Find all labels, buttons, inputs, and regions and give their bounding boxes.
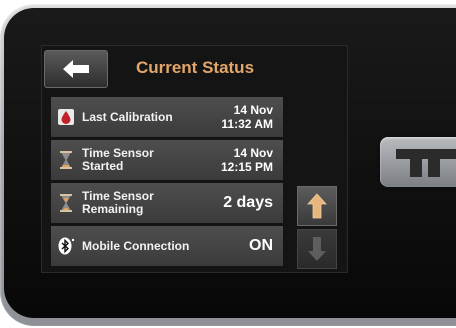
logo-icon bbox=[396, 149, 456, 177]
row-value-time: 11:32 AM bbox=[221, 117, 273, 131]
hardware-button[interactable] bbox=[380, 137, 456, 187]
row-value-date: 14 Nov bbox=[233, 146, 273, 160]
row-label: Time Sensor Remaining bbox=[82, 189, 154, 216]
scroll-up-button[interactable] bbox=[297, 186, 337, 226]
page-title: Current Status bbox=[135, 58, 255, 77]
row-value-time: 12:15 PM bbox=[220, 160, 273, 174]
row-time-sensor-started[interactable]: Time Sensor Started 14 Nov 12:15 PM bbox=[51, 140, 283, 180]
row-mobile-connection[interactable]: Mobile Connection ON bbox=[51, 226, 283, 266]
row-value-remaining: 2 days bbox=[223, 194, 273, 211]
row-label: Last Calibration bbox=[82, 109, 173, 124]
scroll-down-button[interactable] bbox=[297, 229, 337, 269]
hourglass-icon bbox=[57, 151, 75, 169]
row-value: 14 Nov 12:15 PM bbox=[183, 140, 273, 180]
left-arrow-icon bbox=[63, 60, 89, 78]
row-value: ON bbox=[183, 226, 273, 266]
row-value-status: ON bbox=[249, 237, 273, 254]
bluetooth-icon bbox=[57, 237, 75, 255]
row-label: Mobile Connection bbox=[82, 238, 190, 253]
row-value-date: 14 Nov bbox=[233, 103, 273, 117]
row-value: 14 Nov 11:32 AM bbox=[183, 97, 273, 137]
row-label: Time Sensor Started bbox=[82, 146, 154, 173]
up-arrow-icon bbox=[307, 193, 327, 219]
down-arrow-icon bbox=[308, 237, 326, 261]
hourglass-icon bbox=[57, 194, 75, 212]
row-last-calibration[interactable]: Last Calibration 14 Nov 11:32 AM bbox=[51, 97, 283, 137]
status-list: Last Calibration 14 Nov 11:32 AM Time Se… bbox=[51, 97, 283, 269]
row-value: 2 days bbox=[183, 183, 273, 223]
row-time-sensor-remaining[interactable]: Time Sensor Remaining 2 days bbox=[51, 183, 283, 223]
back-button[interactable] bbox=[44, 50, 108, 88]
blood-drop-icon bbox=[57, 108, 75, 126]
